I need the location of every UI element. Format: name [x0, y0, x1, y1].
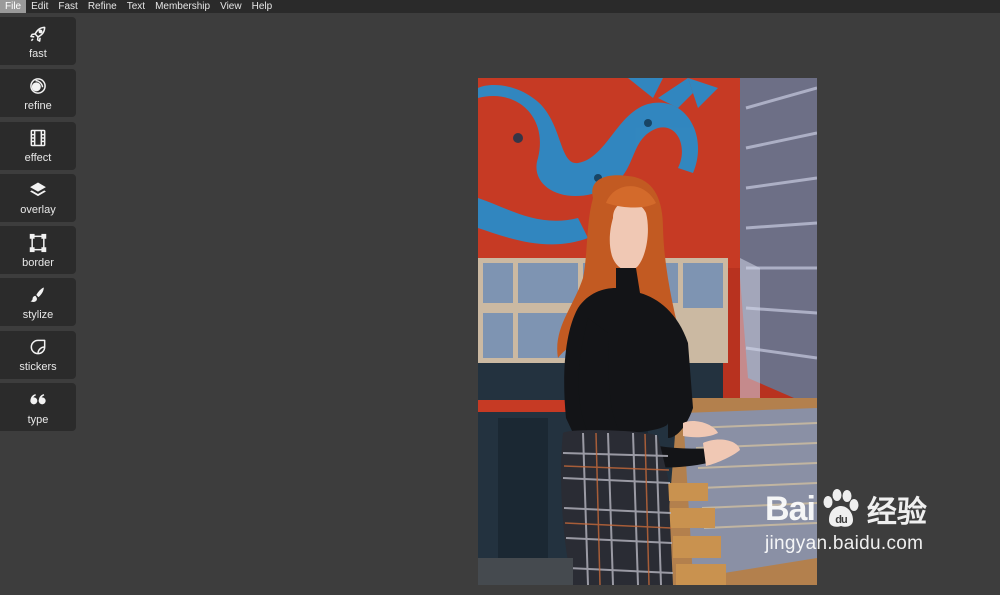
menu-text[interactable]: Text [122, 0, 150, 13]
tool-label: border [22, 256, 54, 269]
tool-refine-button[interactable]: refine [0, 69, 76, 118]
editor-canvas-photo[interactable] [478, 78, 817, 585]
menu-membership[interactable]: Membership [150, 0, 215, 13]
tool-label: effect [24, 152, 52, 165]
refine-icon [27, 75, 49, 97]
paw-icon: du [817, 488, 861, 530]
tool-type-button[interactable]: type [0, 383, 76, 432]
tool-label: refine [24, 99, 52, 112]
menu-fast[interactable]: Fast [53, 0, 82, 13]
tool-stickers-button[interactable]: stickers [0, 330, 76, 379]
menu-help[interactable]: Help [247, 0, 278, 13]
brush-icon [27, 284, 49, 306]
quote-icon [27, 389, 49, 411]
photo-illustration [478, 78, 817, 585]
layers-icon [27, 179, 49, 201]
menu-bar: File Edit Fast Refine Text Membership Vi… [0, 0, 1000, 13]
tool-label: stickers [19, 361, 57, 374]
film-icon [27, 127, 49, 149]
tool-label: overlay [20, 204, 56, 217]
rocket-icon [27, 23, 49, 45]
menu-view[interactable]: View [215, 0, 247, 13]
menu-edit[interactable]: Edit [26, 0, 53, 13]
tool-border-button[interactable]: border [0, 226, 76, 275]
frame-icon [27, 232, 49, 254]
tool-label: fast [29, 47, 47, 60]
tool-label: stylize [22, 308, 54, 321]
svg-text:du: du [835, 514, 847, 526]
watermark-logo-text-right: 经验 [866, 496, 927, 529]
tool-sidebar: fast refine effect overlay border styliz… [0, 17, 76, 435]
tool-stylize-button[interactable]: stylize [0, 278, 76, 327]
menu-refine[interactable]: Refine [83, 0, 122, 13]
menu-file[interactable]: File [0, 0, 27, 13]
tool-overlay-button[interactable]: overlay [0, 173, 76, 222]
tool-fast-button[interactable]: fast [0, 17, 76, 65]
sticker-icon [27, 336, 49, 358]
tool-label: type [27, 413, 49, 426]
tool-effect-button[interactable]: effect [0, 121, 76, 170]
